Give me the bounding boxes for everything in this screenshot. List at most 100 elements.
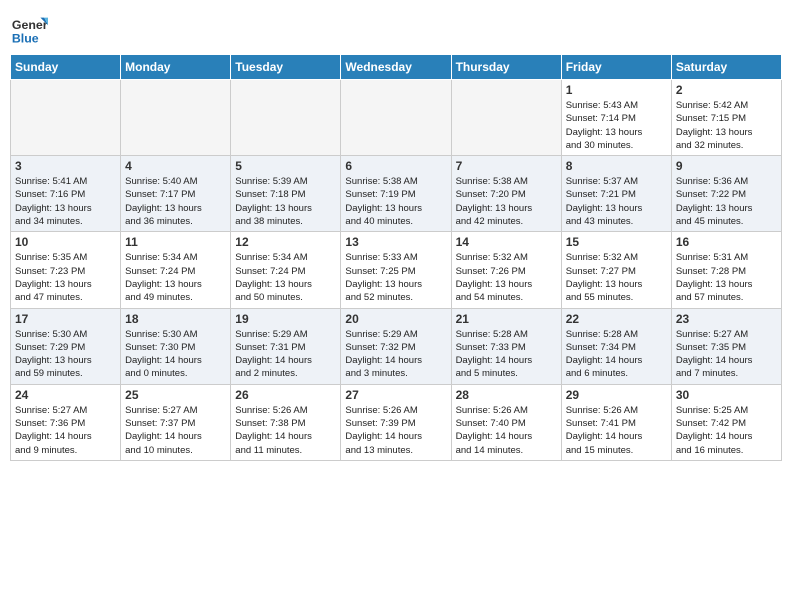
week-row-1: 1Sunrise: 5:43 AMSunset: 7:14 PMDaylight… — [11, 80, 782, 156]
day-info-line: Daylight: 14 hours — [345, 431, 422, 442]
day-info-line: Sunset: 7:15 PM — [676, 113, 746, 124]
day-cell — [121, 80, 231, 156]
day-info-line: Daylight: 13 hours — [125, 203, 202, 214]
day-number: 21 — [456, 312, 557, 326]
day-number: 6 — [345, 159, 446, 173]
day-number: 19 — [235, 312, 336, 326]
day-info-line: Sunset: 7:16 PM — [15, 189, 85, 200]
day-info-line: Sunset: 7:38 PM — [235, 418, 305, 429]
day-info: Sunrise: 5:28 AMSunset: 7:33 PMDaylight:… — [456, 328, 557, 381]
day-info-line: and 38 minutes. — [235, 216, 303, 227]
day-info: Sunrise: 5:29 AMSunset: 7:32 PMDaylight:… — [345, 328, 446, 381]
day-cell: 27Sunrise: 5:26 AMSunset: 7:39 PMDayligh… — [341, 384, 451, 460]
day-info-line: Daylight: 14 hours — [676, 355, 753, 366]
day-number: 1 — [566, 83, 667, 97]
day-info-line: Sunrise: 5:27 AM — [125, 405, 197, 416]
day-cell: 12Sunrise: 5:34 AMSunset: 7:24 PMDayligh… — [231, 232, 341, 308]
day-info-line: Sunrise: 5:28 AM — [456, 329, 528, 340]
day-info-line: and 47 minutes. — [15, 292, 83, 303]
day-info-line: and 42 minutes. — [456, 216, 524, 227]
day-info-line: Sunset: 7:34 PM — [566, 342, 636, 353]
day-number: 5 — [235, 159, 336, 173]
day-info: Sunrise: 5:28 AMSunset: 7:34 PMDaylight:… — [566, 328, 667, 381]
day-info-line: Sunrise: 5:35 AM — [15, 252, 87, 263]
day-number: 10 — [15, 235, 116, 249]
day-info-line: Sunset: 7:24 PM — [235, 266, 305, 277]
weekday-monday: Monday — [121, 55, 231, 80]
day-info-line: Sunrise: 5:43 AM — [566, 100, 638, 111]
day-info-line: Sunrise: 5:38 AM — [456, 176, 528, 187]
day-info-line: Sunset: 7:29 PM — [15, 342, 85, 353]
day-cell — [11, 80, 121, 156]
day-info-line: Sunset: 7:27 PM — [566, 266, 636, 277]
day-number: 13 — [345, 235, 446, 249]
week-row-3: 10Sunrise: 5:35 AMSunset: 7:23 PMDayligh… — [11, 232, 782, 308]
day-info-line: and 32 minutes. — [676, 140, 744, 151]
day-info-line: Daylight: 14 hours — [235, 431, 312, 442]
day-info: Sunrise: 5:34 AMSunset: 7:24 PMDaylight:… — [125, 251, 226, 304]
day-info-line: and 11 minutes. — [235, 445, 302, 456]
day-number: 26 — [235, 388, 336, 402]
day-cell: 5Sunrise: 5:39 AMSunset: 7:18 PMDaylight… — [231, 156, 341, 232]
svg-text:General: General — [12, 18, 48, 32]
page-header: General Blue — [10, 10, 782, 48]
day-info-line: and 43 minutes. — [566, 216, 634, 227]
day-info-line: and 49 minutes. — [125, 292, 193, 303]
day-info-line: and 59 minutes. — [15, 368, 83, 379]
day-number: 14 — [456, 235, 557, 249]
weekday-sunday: Sunday — [11, 55, 121, 80]
day-cell: 11Sunrise: 5:34 AMSunset: 7:24 PMDayligh… — [121, 232, 231, 308]
day-info-line: and 54 minutes. — [456, 292, 524, 303]
day-cell: 8Sunrise: 5:37 AMSunset: 7:21 PMDaylight… — [561, 156, 671, 232]
day-info-line: and 34 minutes. — [15, 216, 83, 227]
day-info-line: Daylight: 13 hours — [15, 355, 92, 366]
day-info-line: Sunset: 7:26 PM — [456, 266, 526, 277]
day-cell — [341, 80, 451, 156]
day-info-line: Sunset: 7:40 PM — [456, 418, 526, 429]
weekday-tuesday: Tuesday — [231, 55, 341, 80]
day-number: 2 — [676, 83, 777, 97]
day-info-line: Sunrise: 5:26 AM — [456, 405, 528, 416]
day-info-line: Daylight: 14 hours — [566, 431, 643, 442]
day-info-line: Sunset: 7:25 PM — [345, 266, 415, 277]
day-cell: 14Sunrise: 5:32 AMSunset: 7:26 PMDayligh… — [451, 232, 561, 308]
day-info-line: and 7 minutes. — [676, 368, 738, 379]
day-info-line: and 9 minutes. — [15, 445, 77, 456]
day-info-line: Sunrise: 5:38 AM — [345, 176, 417, 187]
day-cell: 3Sunrise: 5:41 AMSunset: 7:16 PMDaylight… — [11, 156, 121, 232]
day-info: Sunrise: 5:37 AMSunset: 7:21 PMDaylight:… — [566, 175, 667, 228]
day-info: Sunrise: 5:25 AMSunset: 7:42 PMDaylight:… — [676, 404, 777, 457]
day-cell: 4Sunrise: 5:40 AMSunset: 7:17 PMDaylight… — [121, 156, 231, 232]
day-info: Sunrise: 5:29 AMSunset: 7:31 PMDaylight:… — [235, 328, 336, 381]
day-number: 11 — [125, 235, 226, 249]
day-info-line: Sunset: 7:24 PM — [125, 266, 195, 277]
day-number: 4 — [125, 159, 226, 173]
day-info-line: Daylight: 13 hours — [566, 279, 643, 290]
day-cell: 7Sunrise: 5:38 AMSunset: 7:20 PMDaylight… — [451, 156, 561, 232]
day-info-line: Daylight: 13 hours — [676, 279, 753, 290]
day-info: Sunrise: 5:26 AMSunset: 7:41 PMDaylight:… — [566, 404, 667, 457]
day-info-line: Sunset: 7:35 PM — [676, 342, 746, 353]
day-info-line: Sunrise: 5:26 AM — [235, 405, 307, 416]
day-info-line: and 0 minutes. — [125, 368, 187, 379]
day-info-line: Sunrise: 5:33 AM — [345, 252, 417, 263]
day-number: 15 — [566, 235, 667, 249]
day-info-line: Sunrise: 5:34 AM — [125, 252, 197, 263]
day-info-line: Daylight: 13 hours — [456, 279, 533, 290]
day-cell: 22Sunrise: 5:28 AMSunset: 7:34 PMDayligh… — [561, 308, 671, 384]
day-cell: 16Sunrise: 5:31 AMSunset: 7:28 PMDayligh… — [671, 232, 781, 308]
day-info: Sunrise: 5:36 AMSunset: 7:22 PMDaylight:… — [676, 175, 777, 228]
logo-icon: General Blue — [10, 10, 48, 48]
day-info: Sunrise: 5:42 AMSunset: 7:15 PMDaylight:… — [676, 99, 777, 152]
day-info: Sunrise: 5:34 AMSunset: 7:24 PMDaylight:… — [235, 251, 336, 304]
day-info-line: Daylight: 14 hours — [676, 431, 753, 442]
weekday-wednesday: Wednesday — [341, 55, 451, 80]
day-number: 18 — [125, 312, 226, 326]
week-row-5: 24Sunrise: 5:27 AMSunset: 7:36 PMDayligh… — [11, 384, 782, 460]
day-info: Sunrise: 5:33 AMSunset: 7:25 PMDaylight:… — [345, 251, 446, 304]
day-info-line: and 36 minutes. — [125, 216, 193, 227]
day-info-line: Sunset: 7:21 PM — [566, 189, 636, 200]
day-cell: 15Sunrise: 5:32 AMSunset: 7:27 PMDayligh… — [561, 232, 671, 308]
weekday-friday: Friday — [561, 55, 671, 80]
day-cell: 2 Sunrise: 5:42 AMSunset: 7:15 PMDaylight… — [671, 80, 781, 156]
